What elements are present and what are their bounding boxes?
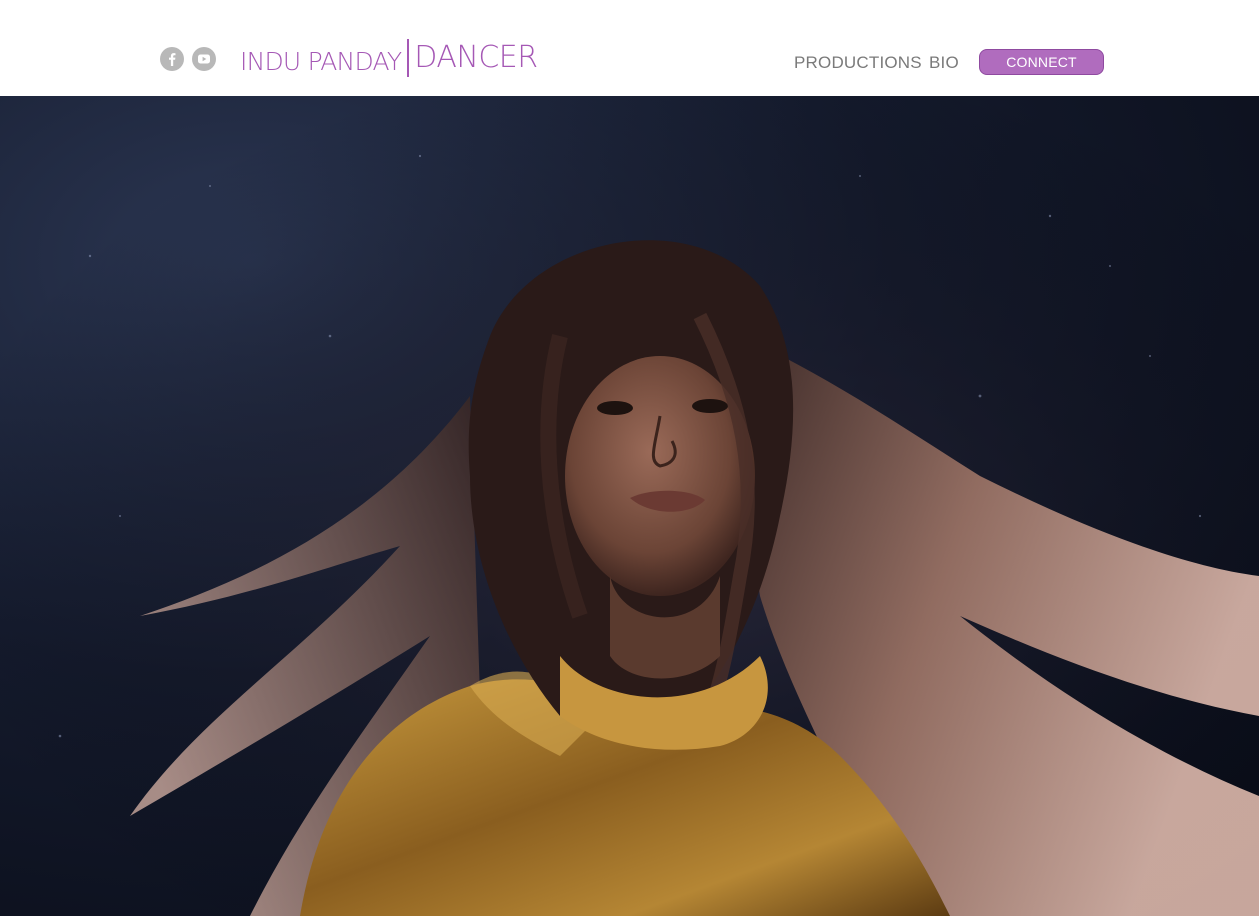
social-links <box>160 47 216 71</box>
nav-bio: BIO <box>929 53 959 73</box>
logo-name: INDU PANDAY <box>240 46 402 76</box>
youtube-link[interactable] <box>192 47 216 71</box>
site-header: INDU PANDAY DANCER PRODUCTIONS BIO CONNE… <box>0 0 1259 96</box>
youtube-icon <box>198 54 210 64</box>
nav-link-productions[interactable]: PRODUCTIONS <box>794 53 922 73</box>
nav-link-bio[interactable]: BIO <box>929 53 959 73</box>
logo-tagline: DANCER <box>414 39 538 75</box>
site-logo[interactable]: INDU PANDAY DANCER <box>240 38 538 78</box>
facebook-link[interactable] <box>160 47 184 71</box>
dancer-photo <box>0 96 1259 916</box>
logo-divider <box>407 39 410 77</box>
nav-productions: PRODUCTIONS <box>794 53 922 73</box>
hero-image <box>0 96 1259 916</box>
connect-button[interactable]: CONNECT <box>979 49 1104 75</box>
facebook-icon <box>169 53 176 66</box>
